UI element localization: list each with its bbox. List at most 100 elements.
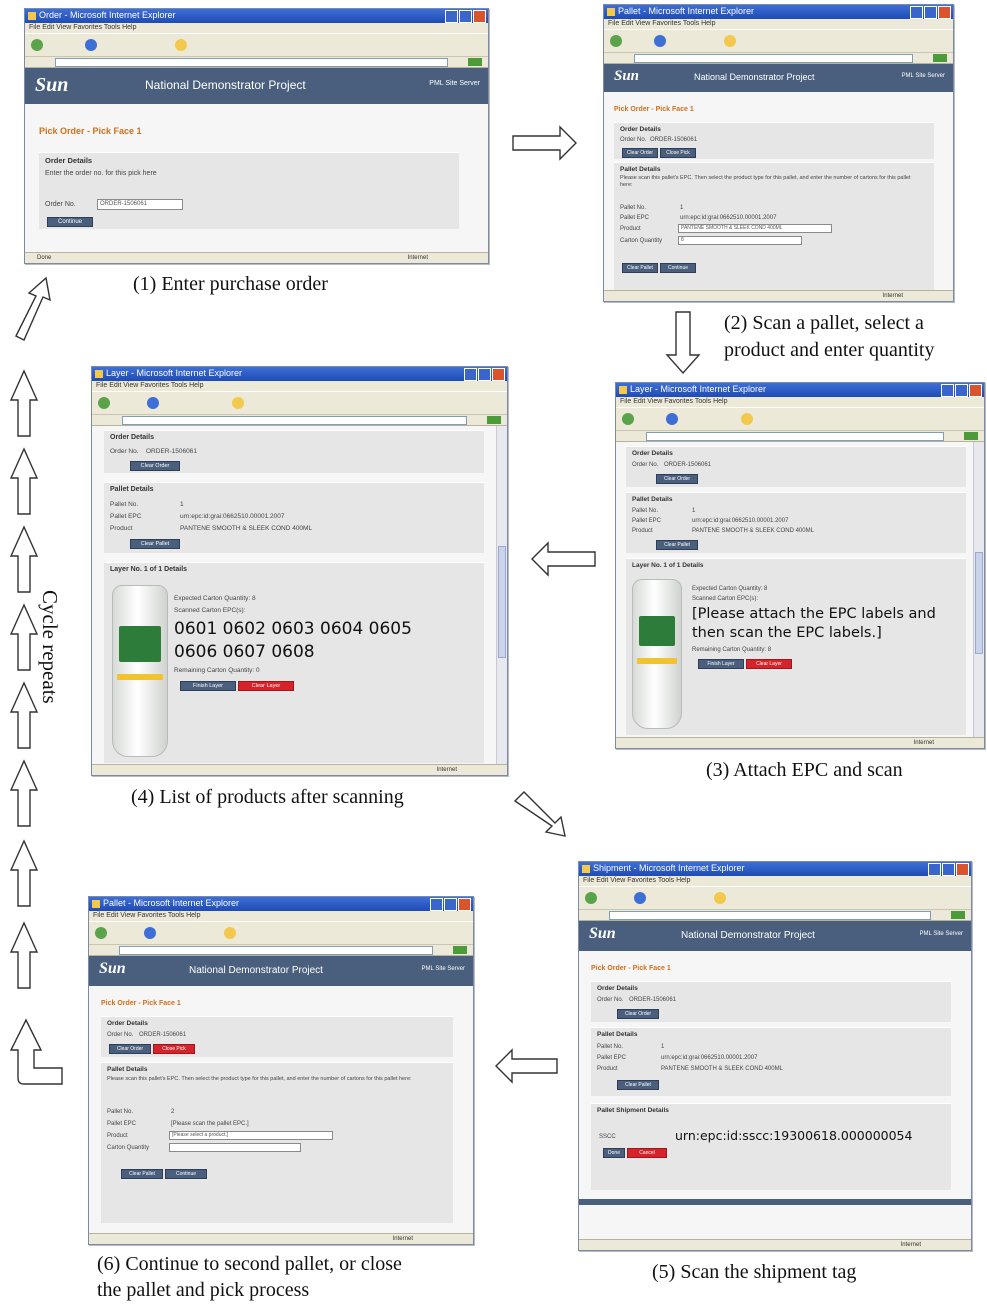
menu-bar[interactable]: File Edit View Favorites Tools Help xyxy=(579,876,971,886)
scrollbar-thumb[interactable] xyxy=(498,546,506,658)
clear-order-button[interactable]: Clear Order xyxy=(656,474,698,484)
close-button[interactable] xyxy=(938,6,951,19)
continue-button[interactable]: Continue xyxy=(165,1169,207,1179)
close-button[interactable] xyxy=(969,384,982,397)
go-button[interactable] xyxy=(453,946,467,954)
address-bar[interactable] xyxy=(579,910,971,921)
address-bar[interactable] xyxy=(616,431,984,442)
address-bar[interactable] xyxy=(604,53,953,64)
clear-layer-button[interactable]: Clear Layer xyxy=(238,681,294,691)
done-button[interactable]: Done xyxy=(603,1148,625,1158)
clear-pallet-button[interactable]: Clear Pallet xyxy=(656,540,698,550)
product-select[interactable]: [Please select a product.] xyxy=(169,1131,333,1140)
minimize-button[interactable] xyxy=(464,368,477,381)
cancel-button[interactable]: Cancel xyxy=(627,1148,667,1158)
minimize-button[interactable] xyxy=(928,863,941,876)
arrow-step1-to-step2 xyxy=(512,125,577,161)
close-button[interactable] xyxy=(473,10,486,23)
go-button[interactable] xyxy=(964,432,978,440)
address-bar[interactable] xyxy=(89,945,473,956)
url-field[interactable] xyxy=(634,54,913,63)
clear-order-button[interactable]: Clear Order xyxy=(109,1044,151,1054)
back-icon[interactable] xyxy=(610,35,622,47)
clear-pallet-button[interactable]: Clear Pallet xyxy=(617,1080,659,1090)
close-button[interactable] xyxy=(956,863,969,876)
product-select[interactable]: PANTENE SMOOTH & SLEEK COND 400ML xyxy=(678,224,832,233)
refresh-icon[interactable] xyxy=(666,413,678,425)
clear-pallet-button[interactable]: Clear Pallet xyxy=(121,1169,163,1179)
scrollbar[interactable] xyxy=(973,442,984,738)
order-no-input[interactable]: ORDER-1506061 xyxy=(97,199,183,210)
pallet-epc-value: urn:epc:id:grai:0662510.00001.2007 xyxy=(680,215,777,221)
close-button[interactable] xyxy=(492,368,505,381)
carton-quantity-input[interactable] xyxy=(169,1143,301,1152)
maximize-button[interactable] xyxy=(924,6,937,19)
menu-bar[interactable]: File Edit View Favorites Tools Help xyxy=(25,23,488,33)
minimize-button[interactable] xyxy=(430,898,443,911)
browser-toolbar[interactable] xyxy=(25,33,488,57)
browser-toolbar[interactable] xyxy=(92,391,507,415)
clear-layer-button[interactable]: Clear Layer xyxy=(746,659,792,669)
go-button[interactable] xyxy=(933,54,947,62)
refresh-icon[interactable] xyxy=(85,39,97,51)
back-icon[interactable] xyxy=(98,397,110,409)
refresh-icon[interactable] xyxy=(147,397,159,409)
close-pick-button[interactable]: Close Pick xyxy=(660,148,696,158)
continue-button[interactable]: Continue xyxy=(660,263,696,273)
go-button[interactable] xyxy=(951,911,965,919)
clear-pallet-button[interactable]: Clear Pallet xyxy=(622,263,658,273)
url-field[interactable] xyxy=(119,946,433,955)
go-button[interactable] xyxy=(487,416,501,424)
refresh-icon[interactable] xyxy=(634,892,646,904)
minimize-button[interactable] xyxy=(941,384,954,397)
pallet-no-value: 1 xyxy=(180,501,184,508)
url-field[interactable] xyxy=(609,911,931,920)
minimize-button[interactable] xyxy=(445,10,458,23)
browser-toolbar[interactable] xyxy=(579,886,971,910)
refresh-icon[interactable] xyxy=(654,35,666,47)
browser-toolbar[interactable] xyxy=(604,29,953,53)
browser-toolbar[interactable] xyxy=(89,921,473,945)
favorites-icon[interactable] xyxy=(724,35,736,47)
favorites-icon[interactable] xyxy=(224,927,236,939)
finish-layer-button[interactable]: Finish Layer xyxy=(180,681,236,691)
favorites-icon[interactable] xyxy=(232,397,244,409)
menu-bar[interactable]: File Edit View Favorites Tools Help xyxy=(604,19,953,29)
favorites-icon[interactable] xyxy=(741,413,753,425)
continue-button[interactable]: Continue xyxy=(47,217,93,227)
menu-bar[interactable]: File Edit View Favorites Tools Help xyxy=(616,397,984,407)
url-field[interactable] xyxy=(646,432,944,441)
scrollbar[interactable] xyxy=(496,426,507,766)
maximize-button[interactable] xyxy=(955,384,968,397)
menu-bar[interactable]: File Edit View Favorites Tools Help xyxy=(89,911,473,921)
finish-layer-button[interactable]: Finish Layer xyxy=(698,659,744,669)
maximize-button[interactable] xyxy=(444,898,457,911)
minimize-button[interactable] xyxy=(910,6,923,19)
clear-order-button[interactable]: Clear Order xyxy=(130,461,180,471)
maximize-button[interactable] xyxy=(478,368,491,381)
maximize-button[interactable] xyxy=(459,10,472,23)
address-bar[interactable] xyxy=(92,415,507,426)
back-icon[interactable] xyxy=(622,413,634,425)
carton-quantity-input[interactable]: 8 xyxy=(678,236,802,245)
close-button[interactable] xyxy=(458,898,471,911)
clear-pallet-button[interactable]: Clear Pallet xyxy=(130,539,180,549)
clear-order-button[interactable]: Clear Order xyxy=(622,148,658,158)
refresh-icon[interactable] xyxy=(144,927,156,939)
url-field[interactable] xyxy=(122,416,467,425)
clear-order-button[interactable]: Clear Order xyxy=(617,1009,659,1019)
back-icon[interactable] xyxy=(95,927,107,939)
back-icon[interactable] xyxy=(31,39,43,51)
url-field[interactable] xyxy=(55,58,448,67)
address-bar[interactable] xyxy=(25,57,488,68)
favorites-icon[interactable] xyxy=(714,892,726,904)
maximize-button[interactable] xyxy=(942,863,955,876)
back-icon[interactable] xyxy=(585,892,597,904)
favorites-icon[interactable] xyxy=(175,39,187,51)
close-pick-button[interactable]: Close Pick xyxy=(153,1044,195,1054)
menu-bar[interactable]: File Edit View Favorites Tools Help xyxy=(92,381,507,391)
browser-toolbar[interactable] xyxy=(616,407,984,431)
site-banner: Sun National Demonstrator Project PML Si… xyxy=(25,68,488,104)
go-button[interactable] xyxy=(468,58,482,66)
scrollbar-thumb[interactable] xyxy=(975,552,983,654)
